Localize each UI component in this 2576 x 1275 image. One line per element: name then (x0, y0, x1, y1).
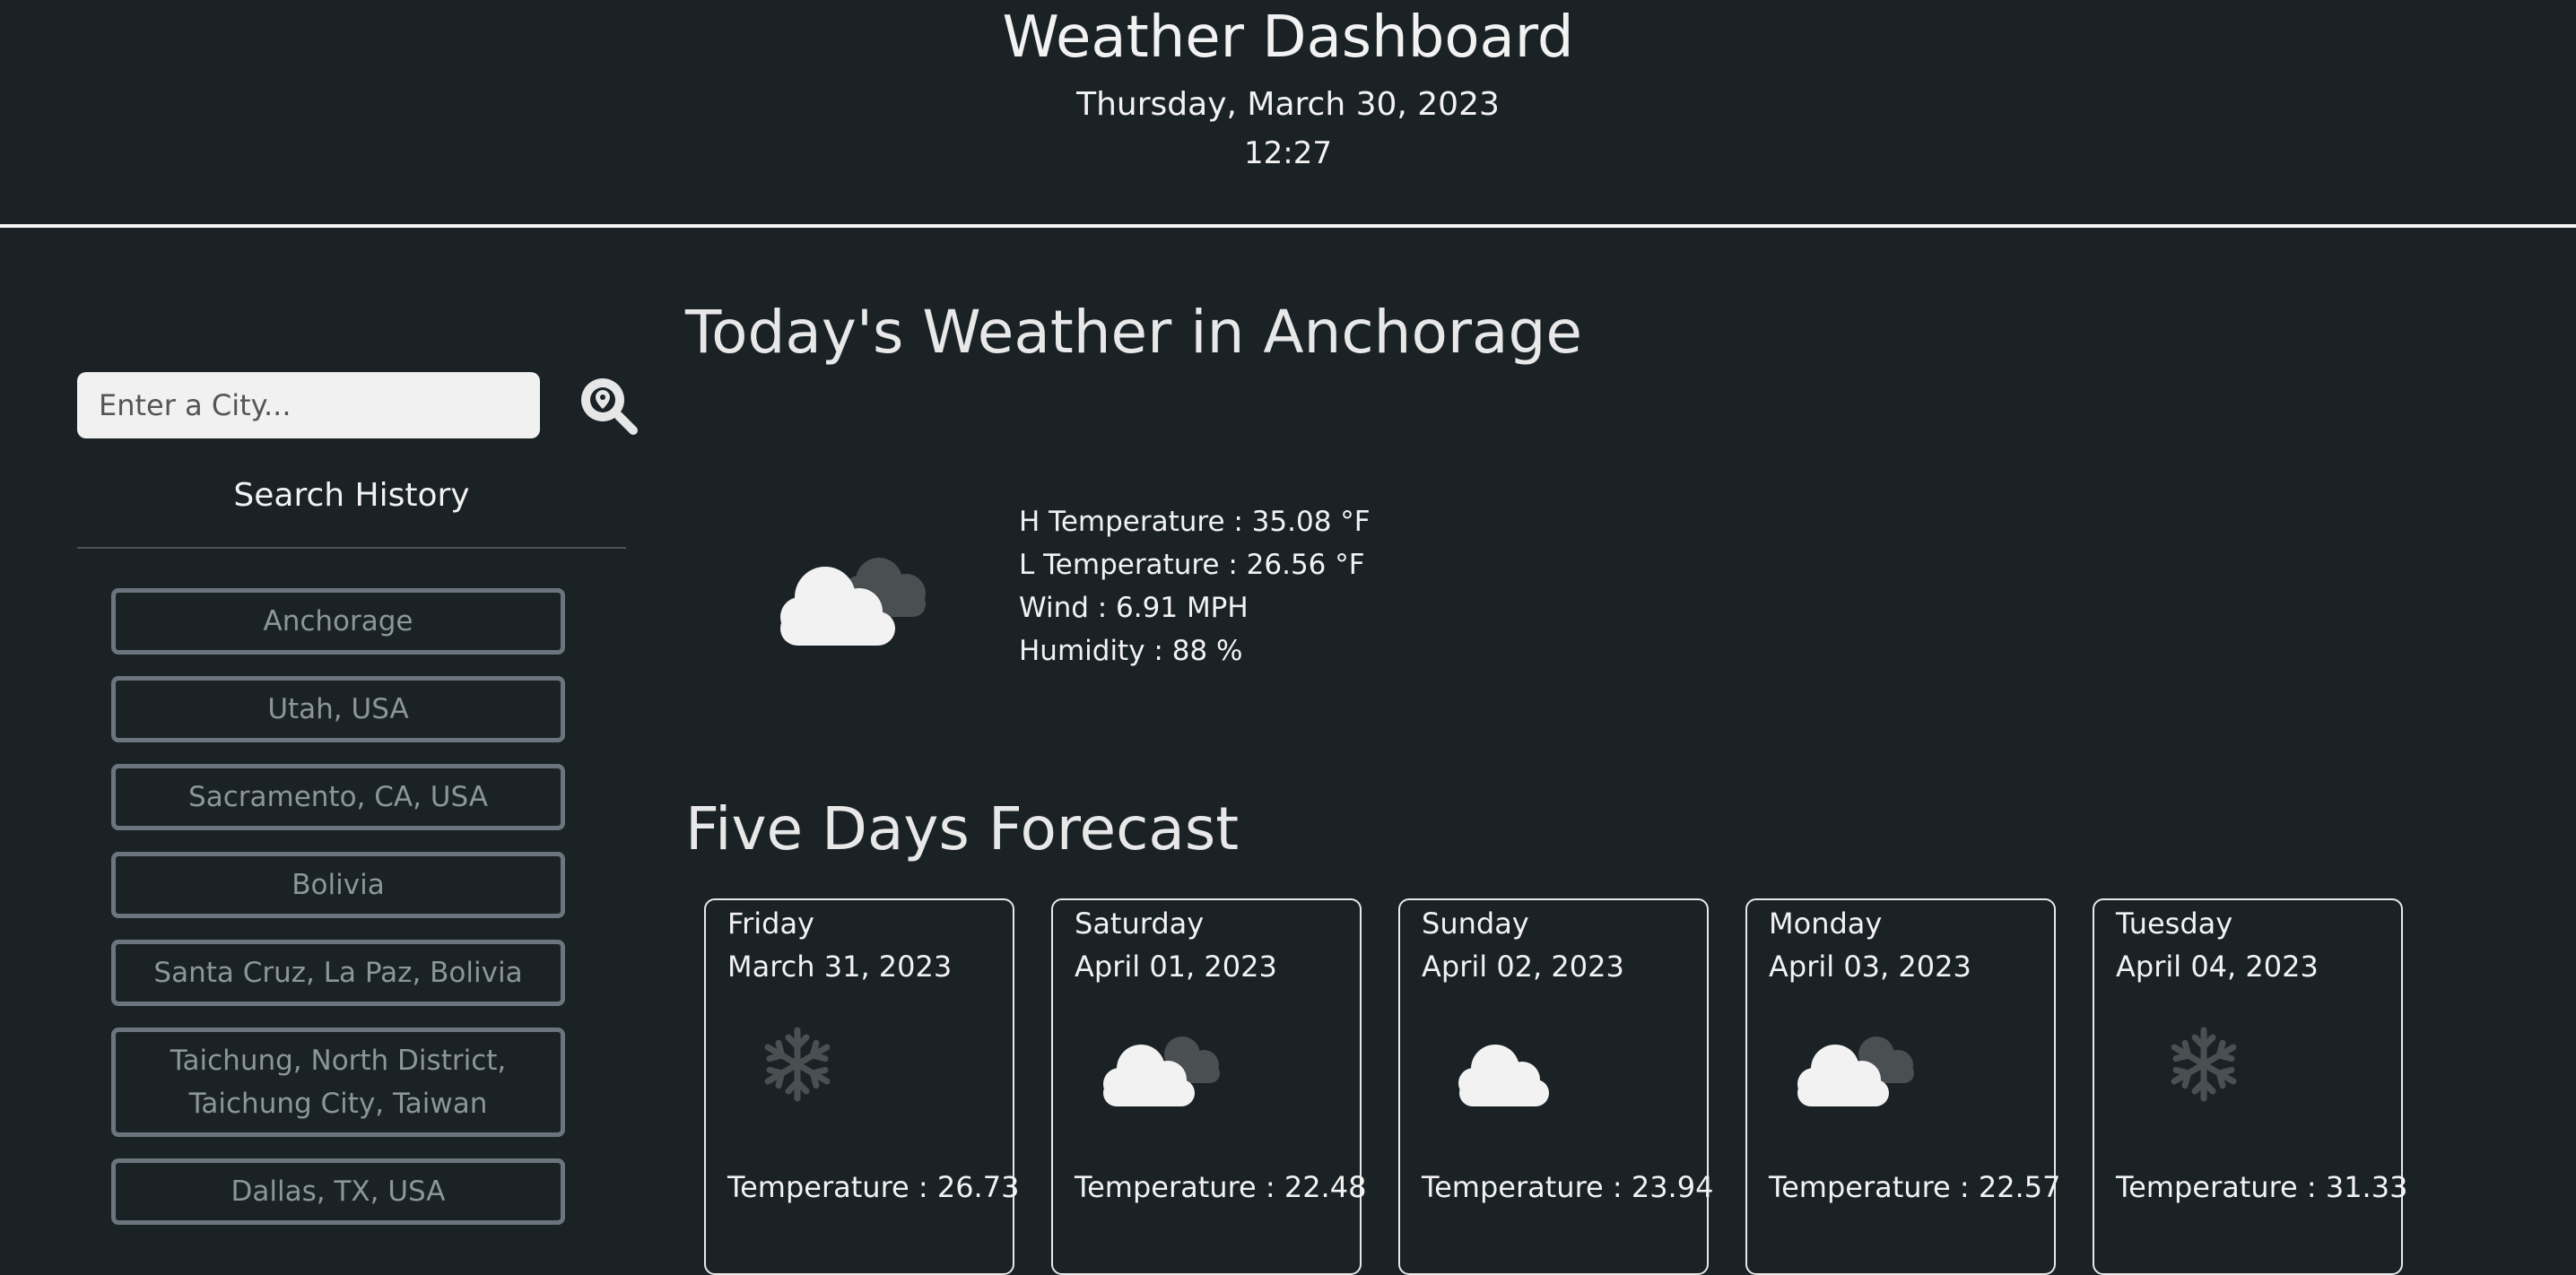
forecast-temp: Temperature : 23.94 (1422, 1170, 1714, 1204)
cloudy-icon (1103, 1036, 1220, 1106)
forecast-card-sunday: Sunday April 02, 2023 Temperature : 23.9… (1398, 898, 1713, 1275)
page-title: Weather Dashboard (1002, 4, 1574, 71)
snowflake-icon (764, 1027, 831, 1102)
forecast-card-tuesday: Tuesday April 04, 2023 Temperature: 31.… (2093, 898, 2407, 1275)
history-divider (77, 547, 626, 549)
forecast-card-monday: Monday April 03, 2023 Temperature : 22.5… (1745, 898, 2060, 1275)
forecast-day: Monday (1769, 906, 1883, 941)
forecast-date: April 02, 2023 (1422, 950, 1624, 984)
cloud-icon (1458, 1045, 1549, 1106)
today-humidity: Humidity : 88 % (1019, 635, 1243, 667)
snowflake-icon (2171, 1027, 2237, 1102)
map-marker-search-icon (581, 378, 638, 435)
forecast-day: Tuesday (2116, 906, 2233, 941)
current-date: Thursday, March 30, 2023 (1076, 86, 1500, 123)
forecast-temp: Temperature : 31.33 (2116, 1170, 2408, 1204)
forecast-day: Saturday (1075, 906, 1205, 941)
today-low-temp: L Temperature : 26.56 °F (1019, 549, 1365, 581)
forecast-date: April 04, 2023 (2116, 950, 2319, 984)
current-time: 12:27 (1244, 135, 1332, 171)
forecast-temp: Temperature : 26.73 (727, 1170, 1020, 1204)
forecast-temp: Temperature : 22.57 (1769, 1170, 2061, 1204)
forecast-card-saturday: Saturday April 01, 2023 Temperature : 22… (1051, 898, 1366, 1275)
cloudy-icon (1797, 1036, 1914, 1106)
history-item-bolivia[interactable]: Bolivia (111, 852, 565, 918)
forecast-date: March 31, 2023 (727, 950, 953, 984)
header-divider (0, 224, 2576, 228)
today-wind: Wind : 6.91 MPH (1019, 592, 1249, 624)
today-title: Today's Weather in Anchorage (685, 298, 1582, 367)
history-item-taichung[interactable]: Taichung, North District, Taichung City,… (111, 1028, 565, 1137)
forecast-title: Five Days Forecast (685, 794, 1240, 863)
history-item-anchorage[interactable]: Anchorage (111, 588, 565, 655)
history-item-santa-cruz[interactable]: Santa Cruz, La Paz, Bolivia (111, 940, 565, 1006)
history-item-utah[interactable]: Utah, USA (111, 676, 565, 742)
forecast-date: April 03, 2023 (1769, 950, 1971, 984)
forecast-date: April 01, 2023 (1075, 950, 1277, 984)
search-history-title: Search History (233, 477, 470, 514)
forecast-temp: Temperature : 22.48 (1075, 1170, 1367, 1204)
today-high-temp: H Temperature : 35.08 °F (1019, 506, 1371, 538)
history-item-sacramento[interactable]: Sacramento, CA, USA (111, 764, 565, 830)
forecast-card-friday: Friday March 31, 2023 Temperature: 26.7… (704, 898, 1019, 1275)
forecast-day: Sunday (1422, 906, 1529, 941)
search-button[interactable] (578, 375, 640, 438)
search-history-list: Anchorage Utah, USA Sacramento, CA, USA … (111, 588, 565, 1246)
today-stats: H Temperature : 35.08 °F L Temperature :… (1019, 500, 1371, 672)
page-header: Weather Dashboard Thursday, March 30, 20… (0, 0, 2576, 227)
city-search-input[interactable] (77, 372, 540, 438)
forecast-day: Friday (727, 906, 814, 941)
cloudy-icon (780, 558, 926, 646)
history-item-dallas[interactable]: Dallas, TX, USA (111, 1158, 565, 1225)
